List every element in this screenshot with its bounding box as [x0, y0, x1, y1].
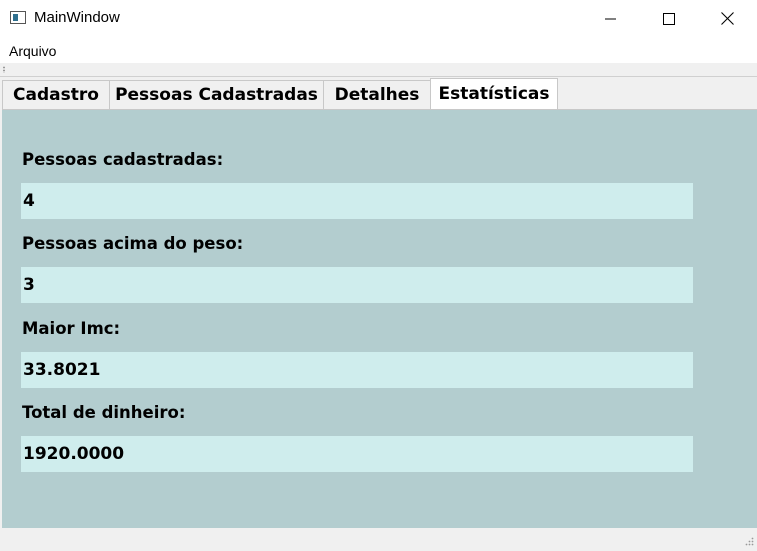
status-bar — [0, 528, 757, 551]
total-money-field[interactable]: 1920.0000 — [21, 436, 693, 472]
total-money-label: Total de dinheiro: — [22, 403, 186, 422]
title-bar: MainWindow — [0, 0, 757, 37]
window-title: MainWindow — [34, 9, 120, 26]
resize-grip-icon[interactable] — [743, 537, 754, 548]
tab-pessoas-cadastradas[interactable]: Pessoas Cadastradas — [109, 80, 324, 109]
tab-estatisticas[interactable]: Estatísticas — [430, 78, 558, 109]
menu-bar: Arquivo — [0, 37, 757, 63]
tab-bar: Cadastro Pessoas Cadastradas Detalhes Es… — [2, 78, 558, 109]
max-imc-label: Maior Imc: — [22, 319, 121, 338]
close-button[interactable] — [698, 0, 756, 37]
minimize-button[interactable] — [582, 0, 640, 37]
statistics-panel: Pessoas cadastradas: 4 Pessoas acima do … — [2, 109, 757, 528]
overweight-people-label: Pessoas acima do peso: — [22, 234, 244, 253]
toolbar-grip-icon[interactable] — [3, 66, 5, 73]
overweight-people-field[interactable]: 3 — [21, 267, 693, 303]
toolbar — [0, 63, 757, 77]
close-icon — [720, 12, 734, 25]
tab-cadastro[interactable]: Cadastro — [2, 80, 110, 109]
app-window-icon — [10, 11, 26, 24]
registered-people-field[interactable]: 4 — [21, 183, 693, 219]
minimize-icon — [605, 18, 616, 19]
registered-people-label: Pessoas cadastradas: — [22, 150, 224, 169]
tab-detalhes[interactable]: Detalhes — [323, 80, 431, 109]
menu-arquivo[interactable]: Arquivo — [9, 43, 56, 59]
max-imc-field[interactable]: 33.8021 — [21, 352, 693, 388]
maximize-icon — [663, 12, 675, 25]
maximize-button[interactable] — [640, 0, 698, 37]
